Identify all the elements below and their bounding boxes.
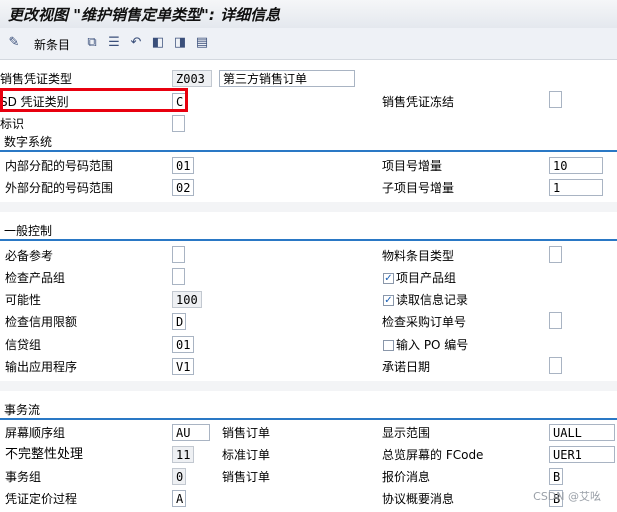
enter-po-no-label: 输入 PO 编号 (396, 338, 469, 352)
screen-seq-field[interactable]: AU (172, 424, 210, 441)
transaction-group-desc: 销售订单 (222, 470, 271, 484)
quotation-msg-field[interactable]: B (549, 468, 563, 485)
check-division-label: 检查产品组 (5, 271, 66, 285)
display-range-field[interactable]: UALL (549, 424, 615, 441)
select-all-icon[interactable]: ▤ (194, 35, 210, 51)
sales-doc-type-label: 销售凭证类型 (0, 72, 73, 86)
material-entry-type-label: 物料条目类型 (382, 249, 455, 263)
sales-doc-block-field[interactable] (549, 91, 562, 108)
external-range-field[interactable]: 02 (172, 179, 194, 196)
next-entry-icon[interactable]: ◨ (172, 35, 188, 51)
screen-seq-desc: 销售订单 (222, 426, 271, 440)
section-separator (0, 381, 617, 391)
check-credit-field[interactable]: D (172, 313, 186, 330)
indicator-field[interactable] (172, 115, 185, 132)
probability-label: 可能性 (5, 293, 42, 307)
material-entry-type-field[interactable] (549, 246, 562, 263)
read-info-record-checkbox[interactable]: ✓ (383, 295, 394, 306)
internal-range-label: 内部分配的号码范围 (5, 159, 114, 173)
subitem-increment-field[interactable]: 1 (549, 179, 603, 196)
item-no-increment-field[interactable]: 10 (549, 157, 603, 174)
commitment-date-field[interactable] (549, 357, 562, 374)
screen-seq-label: 屏幕顺序组 (5, 426, 66, 440)
credit-group-field[interactable]: 01 (172, 336, 194, 353)
incompletion-field[interactable]: 11 (172, 446, 194, 463)
section-separator (0, 202, 617, 212)
title-bar: 更改视图 "维护销售定单类型": 详细信息 (0, 0, 617, 29)
commitment-date-label: 承诺日期 (382, 360, 431, 374)
doc-pricing-label: 凭证定价过程 (5, 492, 78, 506)
detail-content: 销售凭证类型 Z003 第三方销售订单 SD 凭证类别 C 销售凭证冻结 标识 … (0, 60, 617, 512)
section-title: 数字系统 (4, 135, 53, 149)
indicator-label: 标识 (0, 117, 25, 131)
doc-pricing-field[interactable]: A (172, 490, 186, 507)
check-po-no-label: 检查采购订单号 (382, 315, 467, 329)
check-po-no-field[interactable] (549, 312, 562, 329)
section-numbering: 数字系统 (0, 134, 617, 152)
enter-po-no-checkbox[interactable] (383, 340, 394, 351)
highlight-box (0, 88, 188, 112)
outline-agreement-msg-label: 协议概要消息 (382, 492, 455, 506)
fcode-field[interactable]: UER1 (549, 446, 615, 463)
new-entries-button[interactable]: 新条目 (34, 36, 70, 53)
section-transaction-flow: 事务流 (0, 402, 617, 420)
read-info-record-label: 读取信息记录 (396, 293, 469, 307)
sales-doc-type-field: Z003 (172, 70, 212, 87)
sales-doc-type-desc-field[interactable]: 第三方销售订单 (219, 70, 355, 87)
copy-icon[interactable]: ⧉ (84, 35, 100, 51)
item-division-checkbox[interactable]: ✓ (383, 273, 394, 284)
transaction-group-label: 事务组 (5, 470, 42, 484)
undo-icon[interactable]: ↶ (128, 35, 144, 51)
item-division-label: 项目产品组 (396, 271, 457, 285)
output-app-field[interactable]: V1 (172, 358, 194, 375)
probability-field[interactable]: 100 (172, 291, 202, 308)
credit-group-label: 信贷组 (5, 338, 42, 352)
subitem-increment-label: 子项目号增量 (382, 181, 455, 195)
fcode-label: 总览屏幕的 FCode (382, 448, 484, 462)
check-division-field[interactable] (172, 268, 185, 285)
check-credit-label: 检查信用限额 (5, 315, 78, 329)
section-general-control: 一般控制 (0, 223, 617, 241)
internal-range-field[interactable]: 01 (172, 157, 194, 174)
output-app-label: 输出应用程序 (5, 360, 78, 374)
ref-mandatory-label: 必备参考 (5, 249, 54, 263)
ref-mandatory-field[interactable] (172, 246, 185, 263)
glasses-icon[interactable]: ✎ (6, 35, 22, 51)
item-no-increment-label: 项目号增量 (382, 159, 443, 173)
section-title: 事务流 (4, 403, 41, 417)
watermark: CSDN @艾吆 (533, 490, 601, 503)
toolbar: ✎ 新条目 ⧉ ☰ ↶ ◧ ◨ ▤ (0, 28, 617, 60)
transaction-group-field[interactable]: 0 (172, 468, 186, 485)
display-range-label: 显示范围 (382, 426, 431, 440)
window-title: 更改视图 "维护销售定单类型": 详细信息 (8, 6, 281, 24)
sales-doc-block-label: 销售凭证冻结 (382, 95, 455, 109)
delete-icon[interactable]: ☰ (106, 35, 122, 51)
section-title: 一般控制 (4, 224, 53, 238)
incompletion-desc: 标准订单 (222, 448, 271, 462)
previous-entry-icon[interactable]: ◧ (150, 35, 166, 51)
incompletion-label: 不完整性处理 (5, 447, 84, 462)
quotation-msg-label: 报价消息 (382, 470, 431, 484)
external-range-label: 外部分配的号码范围 (5, 181, 114, 195)
